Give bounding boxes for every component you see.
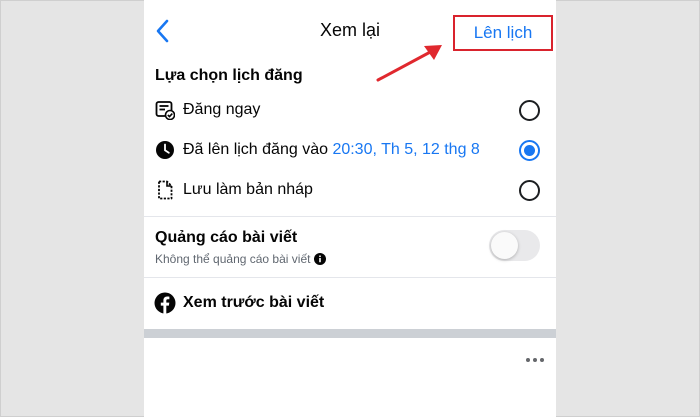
option-post-now[interactable]: Đăng ngay (144, 91, 556, 129)
annotation-arrow (376, 45, 442, 82)
section-separator (144, 329, 556, 338)
dot (540, 358, 544, 362)
option-scheduled[interactable]: Đã lên lịch đăng vào 20:30, Th 5, 12 thg… (144, 131, 556, 169)
boost-post-title: Quảng cáo bài viết (155, 229, 298, 246)
schedule-options-heading: Lựa chọn lịch đăng (155, 67, 303, 84)
radio-scheduled[interactable] (519, 139, 540, 161)
divider (144, 277, 556, 278)
header: Xem lại Lên lịch (144, 0, 556, 62)
dot (533, 358, 537, 362)
option-save-draft[interactable]: Lưu làm bản nháp (144, 171, 556, 209)
more-options-icon[interactable] (522, 350, 548, 370)
scheduled-datetime[interactable]: 20:30, Th 5, 12 thg 8 (332, 141, 479, 158)
boost-toggle[interactable] (489, 230, 540, 261)
radio-post-now[interactable] (519, 99, 540, 121)
schedule-button[interactable]: Lên lịch (453, 15, 553, 51)
draft-icon (154, 179, 176, 201)
divider (144, 216, 556, 217)
facebook-icon (154, 292, 176, 314)
clock-icon (154, 139, 176, 161)
dot (526, 358, 530, 362)
toggle-knob (491, 232, 518, 259)
preview-post-row[interactable]: Xem trước bài viết (144, 285, 556, 321)
info-icon[interactable] (314, 253, 327, 265)
schedule-button-label: Lên lịch (473, 23, 533, 42)
boost-subtitle-text: Không thể quảng cáo bài viết (155, 252, 311, 266)
boost-post-subtitle: Không thể quảng cáo bài viết (155, 252, 327, 266)
option-label: Lưu làm bản nháp (183, 181, 313, 198)
review-screen: Xem lại Lên lịch Lựa chọn lịch đăng Đăng… (144, 0, 556, 417)
option-label: Đã lên lịch đăng vào 20:30, Th 5, 12 thg… (183, 141, 480, 159)
scheduled-label: Đã lên lịch đăng vào (183, 141, 333, 158)
preview-post-label: Xem trước bài viết (183, 294, 325, 311)
radio-save-draft[interactable] (519, 179, 540, 201)
post-now-icon (154, 99, 176, 121)
option-label: Đăng ngay (183, 101, 261, 118)
